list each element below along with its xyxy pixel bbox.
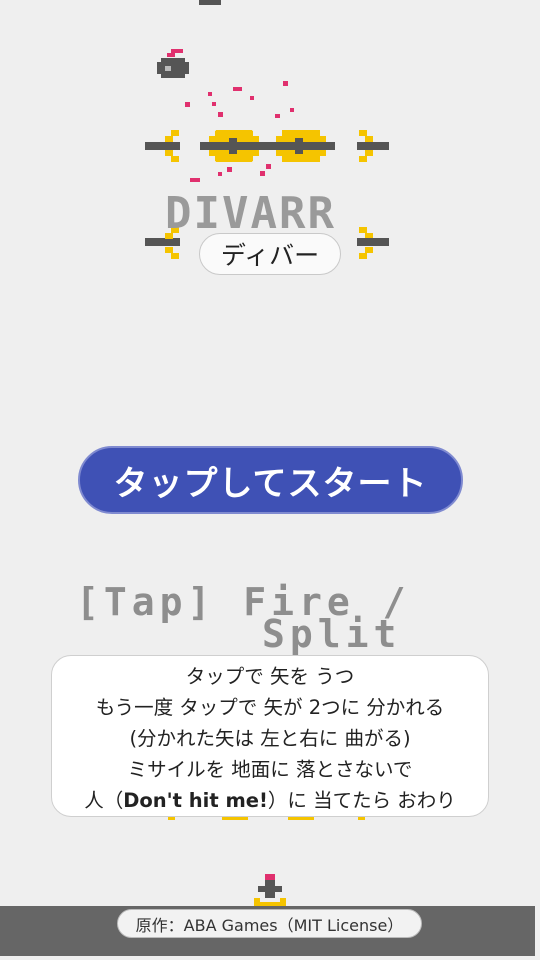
game-title-pixel: DIVARR xyxy=(165,188,336,239)
arrow-row-decoration xyxy=(145,130,389,162)
instruction-line: ミサイルを 地面に 落とさないで xyxy=(127,758,413,781)
instruction-suffix: ）に 当てたら おわり xyxy=(267,789,456,812)
instruction-prefix: 人（ xyxy=(84,789,124,812)
instruction-line: もう一度 タップで 矢が 2つに 分かれる xyxy=(95,696,445,719)
instruction-bold: Don't hit me! xyxy=(123,789,268,812)
top-pixel-stub xyxy=(199,0,221,5)
pixel-help-line2: Split xyxy=(262,612,402,656)
instruction-line: タップで 矢を うつ xyxy=(185,665,355,688)
credit-label[interactable]: 原作：ABA Games（MIT License） xyxy=(117,909,422,938)
player-turret-icon xyxy=(254,874,286,906)
start-button[interactable]: タップしてスタート xyxy=(78,446,463,514)
missile-icon xyxy=(157,49,189,78)
instructions-panel: タップで 矢を うつ もう一度 タップで 矢が 2つに 分かれる (分かれた矢は… xyxy=(51,655,489,817)
instruction-line: 人（Don't hit me!）に 当てたら おわり xyxy=(52,785,488,816)
game-title-japanese: ディバー xyxy=(199,233,341,275)
instruction-line: (分かれた矢は 左と右に 曲がる) xyxy=(129,727,411,750)
